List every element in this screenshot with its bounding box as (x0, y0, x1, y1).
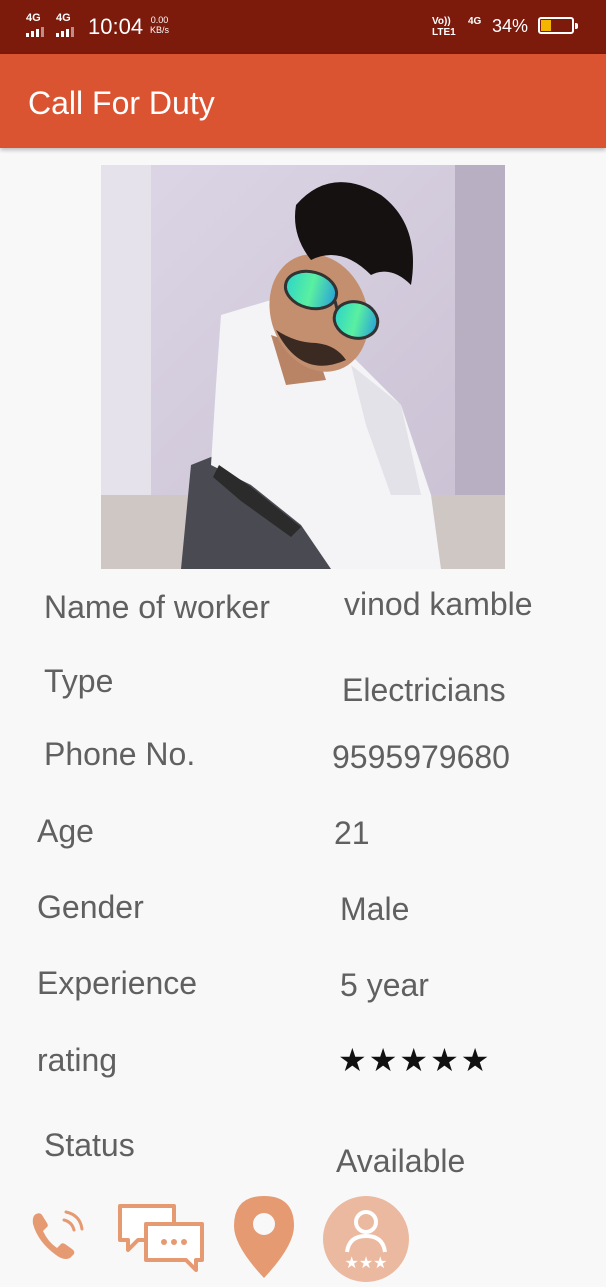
rate-worker-icon[interactable]: ★★★ (323, 1196, 409, 1287)
gender-value: Male (340, 891, 410, 927)
svg-text:★★★: ★★★ (344, 1253, 387, 1272)
phone-icon[interactable] (28, 1208, 90, 1269)
network-4g-label: 4G (468, 16, 482, 27)
volte-top-label: Vo)) (432, 16, 451, 27)
name-value: vinod kamble (344, 586, 533, 622)
status-label: Status (44, 1127, 135, 1163)
sim1-network-label: 4G (26, 12, 41, 24)
network-speed-unit: KB/s (150, 25, 170, 35)
location-pin-icon[interactable] (232, 1194, 296, 1285)
phone-value: 9595979680 (332, 739, 510, 775)
name-label: Name of worker (44, 589, 270, 625)
age-value: 21 (334, 815, 370, 851)
status-value: Available (336, 1143, 466, 1179)
volte-indicator: Vo)) LTE1 (432, 16, 456, 38)
rating-label: rating (37, 1042, 118, 1078)
signal-sim1-icon: 4G (26, 13, 44, 37)
experience-label: Experience (37, 965, 198, 1001)
battery-percent: 34% (492, 16, 529, 36)
network-speed-value: 0.00 (150, 15, 169, 25)
sim2-network-label: 4G (56, 12, 71, 24)
app-bar: Call For Duty (0, 54, 606, 148)
app-title: Call For Duty (28, 85, 215, 121)
chat-icon[interactable] (116, 1202, 208, 1279)
status-bar: 4G 4G 10:04 0.00 KB/s Vo)) LTE1 4G 34% (0, 0, 606, 54)
network-speed: 0.00 KB/s (150, 15, 169, 35)
status-time: 10:04 (88, 14, 144, 39)
rating-stars: ★★★★★ (338, 1042, 492, 1078)
volte-bottom-label: LTE1 (432, 27, 456, 38)
action-bar: ★★★ (0, 1190, 606, 1282)
type-value: Electricians (342, 672, 506, 708)
type-label: Type (44, 663, 114, 699)
experience-value: 5 year (340, 967, 429, 1003)
phone-label: Phone No. (44, 736, 196, 772)
gender-label: Gender (37, 889, 144, 925)
age-label: Age (37, 813, 94, 849)
worker-photo (101, 165, 505, 569)
signal-sim2-icon: 4G (56, 13, 74, 37)
battery-icon (538, 17, 578, 34)
